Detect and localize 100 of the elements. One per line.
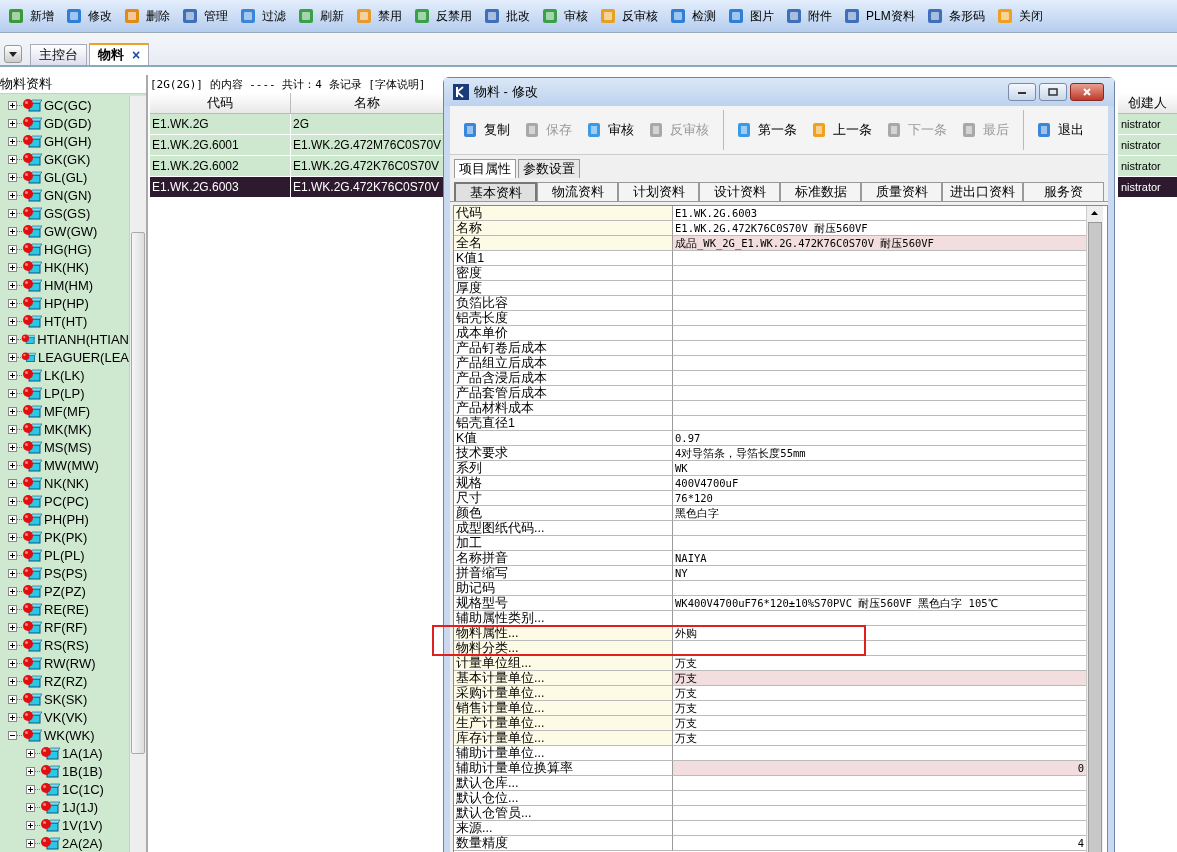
tree-item[interactable]: GW(GW) [0, 222, 129, 240]
property-value[interactable]: NY [673, 566, 1086, 581]
expander-icon[interactable] [8, 514, 17, 524]
tree-item[interactable]: HT(HT) [0, 312, 129, 330]
expander-icon[interactable] [8, 136, 17, 146]
tree-item[interactable]: 1J(1J) [0, 798, 129, 816]
tree-item[interactable]: NK(NK) [0, 474, 129, 492]
tree-item[interactable]: 1V(1V) [0, 816, 129, 834]
tree-item[interactable]: LK(LK) [0, 366, 129, 384]
expander-icon[interactable] [8, 334, 17, 344]
toolbar-button[interactable]: 审核 [540, 4, 596, 28]
tree-item[interactable]: GH(GH) [0, 132, 129, 150]
tree-item[interactable]: 1C(1C) [0, 780, 129, 798]
tree-item[interactable]: MF(MF) [0, 402, 129, 420]
expander-icon[interactable] [8, 388, 17, 398]
tab[interactable]: 物流资料 [537, 182, 618, 201]
expander-icon[interactable] [8, 226, 17, 236]
toolbar-button[interactable]: 刷新 [296, 4, 352, 28]
tree-item[interactable]: HP(HP) [0, 294, 129, 312]
toolbar-button[interactable]: PLM资料 [842, 4, 923, 28]
toolbar-button[interactable]: 条形码 [924, 4, 993, 28]
tree-item[interactable]: PH(PH) [0, 510, 129, 528]
property-value[interactable]: 万支 [673, 671, 1086, 686]
expander-icon[interactable] [26, 802, 35, 812]
toolbar-button[interactable]: 附件 [784, 4, 840, 28]
property-value[interactable]: 4对导箔条，导箔长度55mm [673, 446, 1086, 461]
expander-icon[interactable] [8, 676, 17, 686]
property-value[interactable]: 76*120 [673, 491, 1086, 506]
tab[interactable]: 设计资料 [699, 182, 780, 201]
expander-icon[interactable] [8, 172, 17, 182]
column-header[interactable]: 名称 [291, 93, 444, 114]
scrollbar[interactable] [129, 96, 146, 852]
tree-item[interactable]: PS(PS) [0, 564, 129, 582]
tab[interactable]: 物料 × [89, 43, 150, 65]
expander-icon[interactable] [8, 586, 17, 596]
property-value[interactable]: 400V4700uF [673, 476, 1086, 491]
tab[interactable]: 基本资料 [454, 182, 537, 201]
property-value[interactable]: 成品_WK_2G_E1.WK.2G.472K76C0S70V 耐压560VF [673, 236, 1086, 251]
toolbar-button[interactable]: 反禁用 [412, 4, 480, 28]
expander-icon[interactable] [8, 712, 17, 722]
expander-icon[interactable] [26, 784, 35, 794]
toolbar-button[interactable]: 第一条 [732, 121, 803, 139]
column-header[interactable]: 创建人 [1118, 93, 1177, 114]
expander-icon[interactable] [8, 658, 17, 668]
property-value[interactable]: WK [673, 461, 1086, 476]
property-value[interactable]: 4 [673, 836, 1086, 851]
tree-item[interactable]: LP(LP) [0, 384, 129, 402]
expander-icon[interactable] [26, 748, 35, 758]
tree-item[interactable]: 1A(1A) [0, 744, 129, 762]
tab[interactable]: 计划资料 [618, 182, 699, 201]
expander-icon[interactable] [8, 262, 17, 272]
tree-item[interactable]: GS(GS) [0, 204, 129, 222]
toolbar-button[interactable]: 检测 [668, 4, 724, 28]
toolbar-button[interactable]: 新增 [6, 4, 62, 28]
tab[interactable]: 进出口资料 [942, 182, 1023, 201]
tree-item[interactable]: PL(PL) [0, 546, 129, 564]
expander-icon[interactable] [8, 244, 17, 254]
expander-icon[interactable] [26, 820, 35, 830]
expander-icon[interactable] [8, 604, 17, 614]
toolbar-button[interactable]: 修改 [64, 4, 120, 28]
toolbar-button[interactable]: 删除 [122, 4, 178, 28]
tree-item[interactable]: MK(MK) [0, 420, 129, 438]
close-button[interactable] [1070, 83, 1104, 101]
tree-item[interactable]: SK(SK) [0, 690, 129, 708]
expander-icon[interactable] [8, 280, 17, 290]
toolbar-button[interactable]: 管理 [180, 4, 236, 28]
tree-item[interactable]: MW(MW) [0, 456, 129, 474]
expander-icon[interactable] [8, 460, 17, 470]
tree-item[interactable]: GD(GD) [0, 114, 129, 132]
column-header[interactable]: 代码 [150, 93, 291, 114]
property-value[interactable]: 万支 [673, 716, 1086, 731]
expander-icon[interactable] [8, 478, 17, 488]
tree-item[interactable]: MS(MS) [0, 438, 129, 456]
tree-item[interactable]: HK(HK) [0, 258, 129, 276]
tree-item[interactable]: LEAGUER(LEA [0, 348, 129, 366]
expander-icon[interactable] [8, 442, 17, 452]
expander-icon[interactable] [8, 154, 17, 164]
expander-icon[interactable] [8, 640, 17, 650]
tab[interactable]: 质量资料 [861, 182, 942, 201]
tab[interactable]: 标准数据 [780, 182, 861, 201]
toolbar-button[interactable]: 禁用 [354, 4, 410, 28]
expander-icon[interactable] [8, 406, 17, 416]
minimize-button[interactable] [1008, 83, 1036, 101]
property-value[interactable]: 万支 [673, 686, 1086, 701]
expander-icon[interactable] [26, 838, 35, 848]
expander-icon[interactable] [8, 118, 17, 128]
close-button[interactable]: × [132, 47, 141, 63]
expander-icon[interactable] [8, 370, 17, 380]
property-value[interactable]: 万支 [673, 731, 1086, 746]
toolbar-button[interactable]: 反审核 [598, 4, 666, 28]
dropdown-button[interactable] [4, 45, 22, 63]
tree-item[interactable]: RF(RF) [0, 618, 129, 636]
toolbar-button[interactable]: 退出 [1032, 121, 1090, 139]
tree-item[interactable]: 1B(1B) [0, 762, 129, 780]
tree-item[interactable]: HTIANH(HTIAN [0, 330, 129, 348]
expander-icon[interactable] [8, 568, 17, 578]
property-value[interactable]: 0 [673, 761, 1086, 776]
tab[interactable]: 项目属性 [454, 159, 516, 178]
property-value[interactable]: NAIYA [673, 551, 1086, 566]
toolbar-button[interactable]: 批改 [482, 4, 538, 28]
